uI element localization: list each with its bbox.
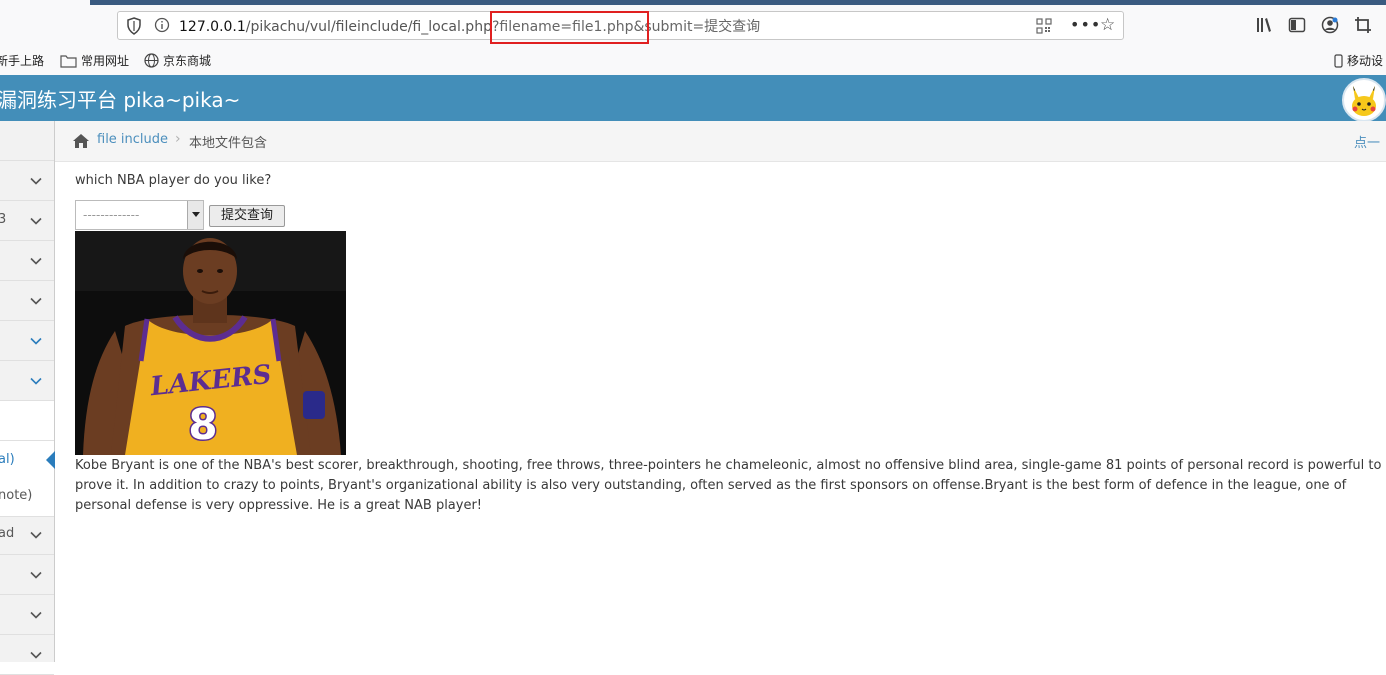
sidebar-item-6[interactable] [0,361,54,401]
url-text[interactable]: 127.0.0.1/pikachu/vul/fileinclude/fi_loc… [179,16,760,36]
chevron-down-icon [30,177,42,185]
query-highlight-box [490,11,649,44]
avatar[interactable] [1342,78,1386,122]
player-description: Kobe Bryant is one of the NBA's best sco… [75,458,1382,513]
bookmark-label: 常用网址 [81,54,130,68]
sidebar-item-5[interactable] [0,321,54,361]
shield-icon[interactable] [126,17,142,35]
url-path: /pikachu/vul/fileinclude/fi_local.php [245,19,492,35]
dropdown-arrow-icon[interactable] [187,201,203,229]
globe-icon [144,53,159,68]
bookmark-label: 移动设 [1347,54,1384,68]
chevron-down-icon [30,337,42,345]
window-top-strip [90,0,1386,5]
qr-code-icon[interactable] [1036,18,1052,34]
screenshot-icon[interactable] [1354,16,1372,34]
chevron-down-icon [30,571,42,579]
sidebar-item-upload[interactable]: ad [0,515,54,555]
sidebar-item-2[interactable]: 3 [0,201,54,241]
site-title[interactable]: 漏洞练习平台 pika~pika~ [0,84,240,113]
player-photo: LAKERS 8 [75,231,346,455]
account-icon[interactable] [1321,16,1339,34]
chevron-down-icon [30,651,42,659]
sidebar-item-1[interactable] [0,161,54,201]
question-text: which NBA player do you like? [75,173,272,188]
sidebar-item-4[interactable] [0,281,54,321]
more-icon[interactable]: ••• [1070,15,1101,34]
breadcrumb-separator: › [175,131,181,147]
kobe-photo-illustration: LAKERS 8 [75,231,346,455]
chevron-down-icon [30,531,42,539]
sidebar-item-0[interactable] [0,121,54,161]
sidebar-icon[interactable] [1288,16,1306,34]
bookmark-item[interactable]: 京东商城 [144,52,211,69]
bookmark-mobile[interactable]: 移动设 [1334,52,1383,69]
sidebar-item-10[interactable] [0,555,54,595]
chevron-down-icon [30,611,42,619]
chevron-down-icon [30,217,42,225]
jersey-number: 8 [188,400,217,449]
player-select[interactable]: ------------- [75,200,204,230]
sidebar-subitem-local[interactable]: al) [0,441,55,481]
folder-icon [60,54,77,68]
url-host: 127.0.0.1 [179,19,246,35]
info-icon[interactable] [154,17,170,33]
home-icon[interactable] [72,133,90,149]
breadcrumb-link[interactable]: file include [97,132,168,147]
sidebar-subitem-remote[interactable]: note) [0,477,54,517]
library-icon[interactable] [1255,16,1273,34]
select-value: ------------- [83,208,140,222]
sidebar-item-12[interactable] [0,635,54,675]
hint-link[interactable]: 点一 [1354,132,1380,151]
site-header: 漏洞练习平台 pika~pika~ [0,75,1386,121]
pikachu-avatar-icon [1352,86,1376,116]
bookmarks-toolbar: 新手上路 常用网址 京东商城 移动设 [0,50,1386,72]
sidebar-item-3[interactable] [0,241,54,281]
breadcrumb-current: 本地文件包含 [189,136,268,151]
chevron-down-icon [30,297,42,305]
sidebar: 3 al) note) ad [0,121,55,675]
breadcrumb: file include › 本地文件包含 点一 [55,121,1386,162]
sidebar-subitem-blank[interactable] [0,401,54,441]
bookmark-item[interactable]: 新手上路 [0,52,44,69]
submit-button[interactable]: 提交查询 [209,205,285,227]
mobile-icon [1334,53,1343,68]
main-content: which NBA player do you like? ----------… [55,162,1386,662]
bookmark-label: 京东商城 [163,54,212,68]
bookmark-label: 新手上路 [0,54,45,68]
bookmark-folder[interactable]: 常用网址 [60,52,129,69]
sidebar-item-11[interactable] [0,595,54,635]
bookmark-star-icon[interactable]: ☆ [1100,15,1115,35]
chevron-down-icon [30,377,42,385]
chevron-down-icon [30,257,42,265]
